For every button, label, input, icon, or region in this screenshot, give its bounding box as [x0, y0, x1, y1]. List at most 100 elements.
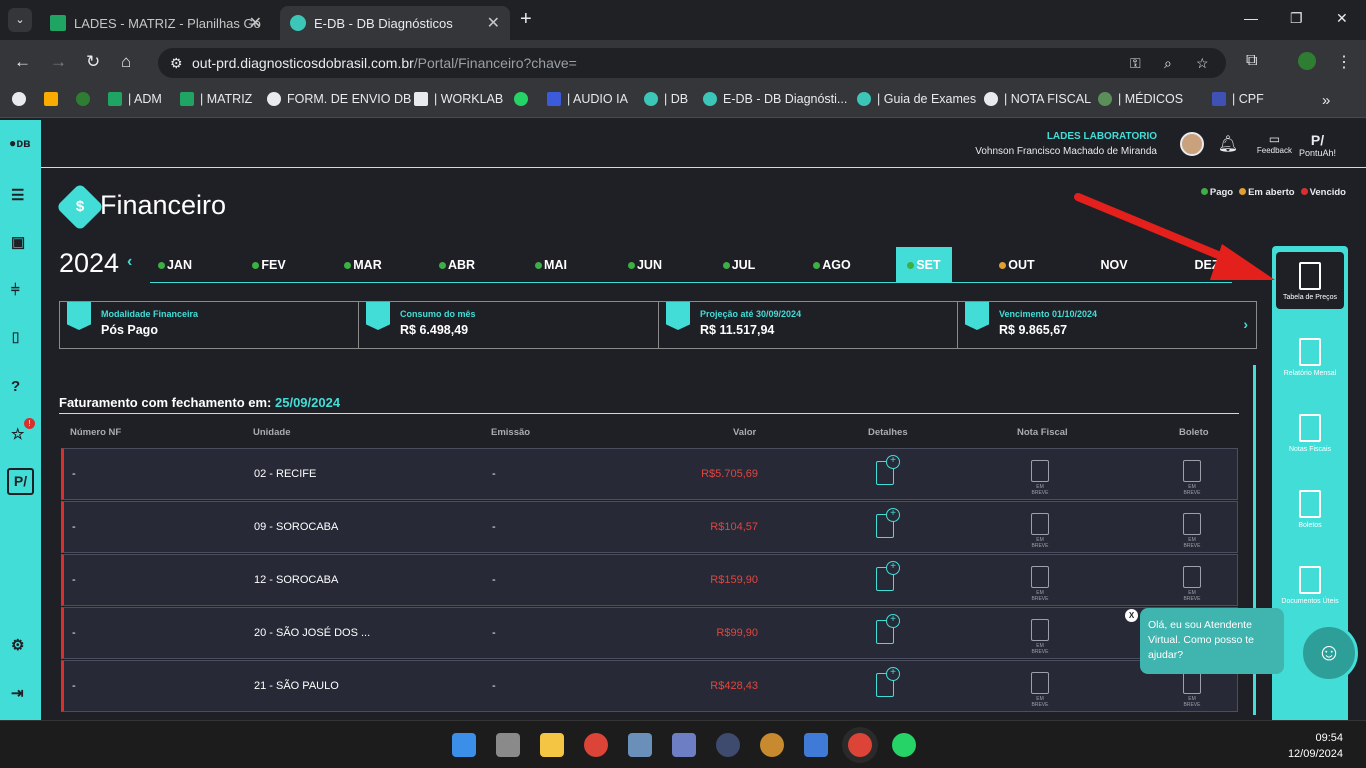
- chrome-icon[interactable]: [584, 733, 608, 757]
- tab-month-jul[interactable]: JUL: [714, 247, 764, 283]
- bookmark-form-envio[interactable]: FORM. DE ENVIO DB: [267, 92, 411, 106]
- security-icon[interactable]: [716, 733, 740, 757]
- logout-icon[interactable]: ⇥: [11, 684, 24, 702]
- bookmark-matriz[interactable]: | MATRIZ: [180, 92, 252, 106]
- tab-month-jan[interactable]: JAN: [150, 247, 200, 283]
- back-icon[interactable]: ←: [14, 52, 31, 72]
- notas-fiscais-button[interactable]: Notas Fiscais: [1276, 414, 1344, 453]
- documentos-uteis-button[interactable]: Documentos Úteis: [1276, 566, 1344, 605]
- bookmark-label: E-DB - DB Diagnósti...: [723, 92, 848, 106]
- card-value: R$ 9.865,67: [999, 323, 1068, 337]
- calculator-icon[interactable]: [672, 733, 696, 757]
- feedback-button[interactable]: ▭ Feedback: [1257, 132, 1292, 155]
- chat-close-button[interactable]: X: [1125, 609, 1138, 622]
- status-dot: [907, 262, 915, 269]
- details-icon[interactable]: [876, 455, 900, 485]
- tab-month-mar[interactable]: MAR: [338, 247, 388, 283]
- tab-edb[interactable]: E-DB - DB Diagnósticos ✕: [280, 6, 510, 40]
- pontuah-icon[interactable]: P/: [7, 468, 34, 495]
- notepad-icon[interactable]: [804, 733, 828, 757]
- sliders-icon[interactable]: ⫩: [11, 282, 20, 299]
- chevron-left-icon[interactable]: ‹: [127, 253, 132, 271]
- bookmark-edb[interactable]: E-DB - DB Diagnósti...: [703, 92, 847, 106]
- clipboard-icon[interactable]: ▣: [11, 233, 25, 251]
- chevron-right-icon[interactable]: ›: [1243, 316, 1248, 332]
- windows-start-icon[interactable]: [452, 733, 476, 757]
- star-icon[interactable]: ☆: [1196, 55, 1209, 72]
- bookmark-whatsapp[interactable]: [514, 92, 534, 106]
- app-icon[interactable]: [760, 733, 784, 757]
- status-legend: Pago Em aberto Vencido: [1200, 187, 1346, 198]
- home-icon[interactable]: ⌂: [121, 52, 131, 72]
- bookmark-db[interactable]: | DB: [644, 92, 688, 106]
- bookmark-cpf[interactable]: | CPF: [1212, 92, 1264, 106]
- chat-bubble[interactable]: Olá, eu sou Atendente Virtual. Como poss…: [1140, 608, 1284, 674]
- bookmark-keep[interactable]: [44, 92, 64, 106]
- tab-month-mai[interactable]: MAI: [526, 247, 576, 283]
- help-icon[interactable]: ?: [11, 378, 20, 395]
- document-icon: [1031, 619, 1049, 641]
- address-bar[interactable]: ⚙ out-prd.diagnosticosdobrasil.com.br/Po…: [158, 48, 1226, 78]
- chrome-active-icon[interactable]: [848, 733, 872, 757]
- cell-valor: R$5.705,69: [701, 468, 758, 480]
- key-icon[interactable]: ⚿: [1130, 55, 1141, 72]
- forward-icon[interactable]: →: [50, 52, 67, 72]
- file-explorer-icon[interactable]: [540, 733, 564, 757]
- site-info-icon[interactable]: ⚙: [170, 55, 183, 72]
- tab-month-dez[interactable]: DEZ: [1182, 247, 1232, 283]
- star-icon[interactable]: ☆: [11, 425, 24, 443]
- user-name: Vohnson Francisco Machado de Miranda: [975, 146, 1157, 157]
- close-window-button[interactable]: ✕: [1336, 10, 1348, 27]
- whatsapp-icon[interactable]: [892, 733, 916, 757]
- reload-icon[interactable]: ↻: [86, 52, 100, 72]
- cell-emissao: -: [492, 680, 496, 692]
- boletos-button[interactable]: Boletos: [1276, 490, 1344, 529]
- settings-icon[interactable]: ⚙: [11, 636, 24, 654]
- tab-month-abr[interactable]: ABR: [432, 247, 482, 283]
- tab-search-button[interactable]: ⌄: [8, 8, 32, 32]
- edb-favicon-icon: [703, 92, 717, 106]
- profile-avatar[interactable]: [1298, 52, 1316, 70]
- tab-month-ago[interactable]: AGO: [807, 247, 857, 283]
- menu-icon[interactable]: ⋮: [1336, 52, 1352, 72]
- minimize-button[interactable]: —: [1244, 10, 1258, 26]
- extensions-icon[interactable]: ⧉: [1246, 52, 1257, 70]
- bookmark-nota-fiscal[interactable]: | NOTA FISCAL: [984, 92, 1091, 106]
- details-icon[interactable]: [876, 561, 900, 591]
- system-clock[interactable]: 09:54 12/09/2024: [1288, 730, 1343, 762]
- tab-month-set[interactable]: SET: [896, 247, 952, 283]
- db-logo-icon[interactable]: ●ᴅʙ: [9, 136, 31, 150]
- list-icon[interactable]: ☰: [11, 186, 24, 204]
- bell-icon[interactable]: 🔔︎: [1218, 134, 1238, 154]
- bookmark-worklab[interactable]: | WORKLAB: [414, 92, 503, 106]
- bookmark-audio-ia[interactable]: | AUDIO IA: [547, 92, 628, 106]
- bookmark-label: | WORKLAB: [434, 92, 504, 106]
- tab-month-nov[interactable]: NOV: [1089, 247, 1139, 283]
- avatar[interactable]: [1180, 132, 1204, 156]
- tab-month-fev[interactable]: FEV: [244, 247, 294, 283]
- zoom-icon[interactable]: ⌕: [1164, 55, 1172, 72]
- new-tab-button[interactable]: +: [520, 8, 532, 31]
- virtual-agent-avatar[interactable]: ☺: [1300, 624, 1358, 682]
- more-bookmarks-icon[interactable]: »: [1322, 92, 1330, 109]
- details-icon[interactable]: [876, 508, 900, 538]
- close-tab-icon[interactable]: ✕: [249, 13, 262, 33]
- bookmark-adm[interactable]: | ADM: [108, 92, 162, 106]
- bookmark-seal[interactable]: [76, 92, 96, 106]
- tab-month-jun[interactable]: JUN: [620, 247, 670, 283]
- bookmark-guia-exames[interactable]: | Guia de Exames: [857, 92, 976, 106]
- close-tab-icon[interactable]: ✕: [487, 13, 500, 33]
- restore-button[interactable]: ❐: [1290, 10, 1303, 27]
- relatorio-mensal-button[interactable]: Relatório Mensal: [1276, 338, 1344, 377]
- tab-month-out[interactable]: OUT: [992, 247, 1042, 283]
- bookmark-medicos[interactable]: | MÉDICOS: [1098, 92, 1183, 106]
- tab-lades-matriz[interactable]: LADES - MATRIZ - Planilhas Go ✕: [40, 6, 272, 40]
- photos-icon[interactable]: [628, 733, 652, 757]
- task-view-icon[interactable]: [496, 733, 520, 757]
- details-icon[interactable]: [876, 614, 900, 644]
- bookmark-openai[interactable]: [12, 92, 32, 106]
- pontuah-button[interactable]: P/PontuAh!: [1299, 132, 1336, 158]
- details-icon[interactable]: [876, 667, 900, 697]
- tube-icon[interactable]: ⌷: [11, 330, 20, 347]
- tabela-precos-button[interactable]: Tabela de Preços: [1276, 252, 1344, 309]
